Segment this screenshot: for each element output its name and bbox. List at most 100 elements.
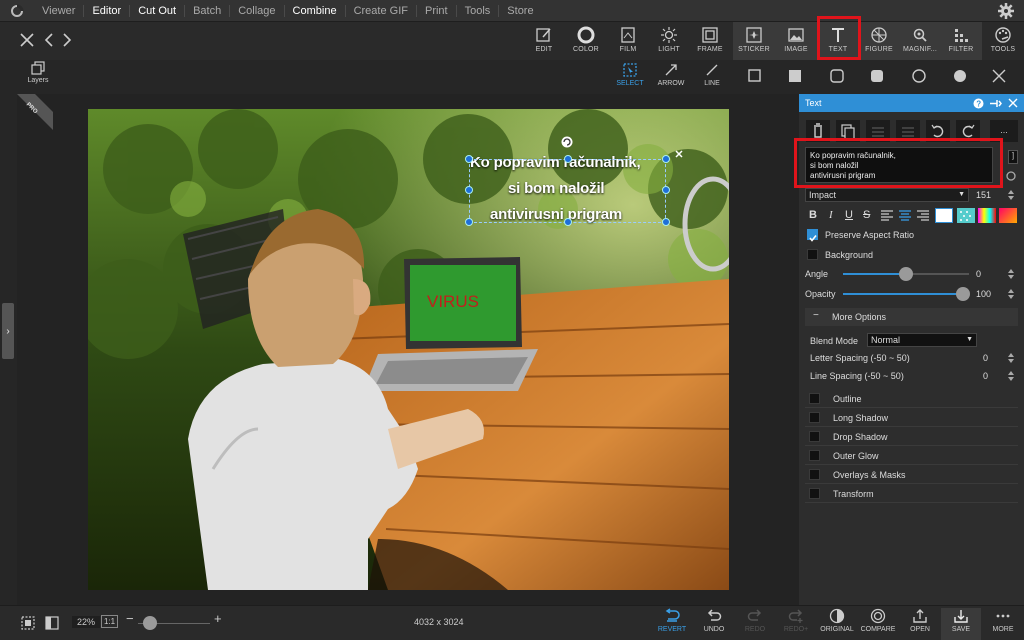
resize-handle[interactable] <box>564 218 572 226</box>
blend-mode-select[interactable]: Normal ▼ <box>867 333 977 347</box>
tool-figure[interactable]: FIGURE <box>858 22 900 60</box>
tool-edit[interactable]: EDIT <box>523 22 565 60</box>
drop-shadow-checkbox[interactable] <box>809 431 820 442</box>
split-view-icon[interactable] <box>44 615 60 631</box>
resize-handle[interactable] <box>662 218 670 226</box>
font-size-stepper[interactable] <box>1007 189 1015 201</box>
option-outline[interactable]: Outline <box>805 390 1018 408</box>
zoom-slider-knob[interactable] <box>143 616 157 630</box>
angle-stepper[interactable] <box>1007 268 1015 280</box>
tool-image[interactable]: IMAGE <box>775 22 817 60</box>
actual-size-button[interactable]: 1:1 <box>101 615 119 628</box>
option-drop-shadow[interactable]: Drop Shadow <box>805 428 1018 446</box>
font-select[interactable]: Impact ▼ <box>805 188 969 202</box>
tool-film[interactable]: FILM <box>607 22 649 60</box>
close-shapes-icon[interactable] <box>991 68 1007 84</box>
text-content-input[interactable] <box>805 147 993 183</box>
more-options-header[interactable]: − More Options <box>805 308 1018 326</box>
option-transform[interactable]: Transform <box>805 485 1018 503</box>
letter-spacing-value[interactable]: 0 <box>983 353 988 363</box>
gradient-fill-swatch[interactable] <box>978 208 996 223</box>
angle-slider-knob[interactable] <box>899 267 913 281</box>
settings-gear-icon[interactable] <box>998 3 1014 19</box>
fit-screen-icon[interactable] <box>20 615 36 631</box>
zoom-out-icon[interactable]: − <box>126 611 134 626</box>
resize-handle[interactable] <box>662 155 670 163</box>
rotate-handle-icon[interactable] <box>561 136 573 148</box>
resize-handle[interactable] <box>465 155 473 163</box>
send-backward-button[interactable] <box>896 120 920 142</box>
option-outer-glow[interactable]: Outer Glow <box>805 447 1018 465</box>
menu-editor[interactable]: Editor <box>83 4 129 17</box>
font-size-value[interactable]: 151 <box>976 188 1000 202</box>
duplicate-layer-button[interactable] <box>836 120 860 142</box>
align-right-icon[interactable] <box>917 210 929 221</box>
rounded-square-outline-icon[interactable] <box>829 68 845 84</box>
compare-button[interactable]: COMPARE <box>858 608 898 640</box>
background-checkbox[interactable] <box>807 249 818 260</box>
expand-text-button[interactable]: ] <box>1008 150 1018 164</box>
pin-icon[interactable] <box>989 98 1002 109</box>
strikethrough-icon[interactable]: S <box>863 209 870 221</box>
circle-outline-icon[interactable] <box>911 68 927 84</box>
forward-chevron-icon[interactable] <box>58 30 76 50</box>
tool-magnifier[interactable]: MAGNIF... <box>899 22 941 60</box>
subtool-arrow[interactable]: ARROW <box>653 62 689 92</box>
italic-icon[interactable]: I <box>829 209 833 221</box>
menu-print[interactable]: Print <box>415 4 456 17</box>
bold-icon[interactable]: B <box>809 209 817 221</box>
save-button[interactable]: SAVE <box>941 608 981 640</box>
bring-forward-button[interactable] <box>866 120 890 142</box>
close-icon[interactable] <box>18 30 36 50</box>
menu-store[interactable]: Store <box>498 4 541 17</box>
subtool-line[interactable]: LINE <box>694 62 730 92</box>
redo-button[interactable]: REDO <box>735 608 775 640</box>
delete-text-icon[interactable] <box>674 149 684 159</box>
delete-layer-button[interactable] <box>806 120 830 142</box>
redo-plus-button[interactable]: REDO+ <box>776 608 816 640</box>
app-logo-icon[interactable] <box>8 2 26 20</box>
open-button[interactable]: OPEN <box>900 608 940 640</box>
opacity-slider-knob[interactable] <box>956 287 970 301</box>
menu-create-gif[interactable]: Create GIF <box>344 4 416 17</box>
opacity-value[interactable]: 100 <box>976 289 991 299</box>
transform-checkbox[interactable] <box>809 488 820 499</box>
align-left-icon[interactable] <box>881 210 893 221</box>
more-actions-button[interactable]: ... <box>990 120 1018 142</box>
tool-light[interactable]: LIGHT <box>648 22 690 60</box>
revert-button[interactable]: REVERT <box>652 608 692 640</box>
menu-collage[interactable]: Collage <box>229 4 283 17</box>
menu-viewer[interactable]: Viewer <box>34 5 83 17</box>
text-selection-box[interactable] <box>469 159 666 223</box>
underline-icon[interactable]: U <box>845 209 853 221</box>
overlays-masks-checkbox[interactable] <box>809 469 820 480</box>
tool-text[interactable]: TEXT <box>817 22 859 60</box>
tool-filter[interactable]: FILTER <box>940 22 982 60</box>
menu-combine[interactable]: Combine <box>283 4 345 17</box>
tool-tools[interactable]: TOOLS <box>982 22 1024 60</box>
align-center-icon[interactable] <box>899 210 911 221</box>
rounded-square-filled-icon[interactable] <box>869 68 885 84</box>
opacity-stepper[interactable] <box>1007 288 1015 300</box>
outer-glow-checkbox[interactable] <box>809 450 820 461</box>
left-panel-expander[interactable]: › <box>2 303 14 359</box>
option-long-shadow[interactable]: Long Shadow <box>805 409 1018 427</box>
tool-frame[interactable]: FRAME <box>689 22 731 60</box>
menu-batch[interactable]: Batch <box>184 4 229 17</box>
resize-handle[interactable] <box>564 155 572 163</box>
help-icon[interactable]: ? <box>973 98 984 109</box>
photo-canvas[interactable]: VIRUS Ko popravim računalnik, si bom nal… <box>88 109 729 590</box>
text-settings-icon[interactable] <box>1005 170 1017 182</box>
opacity-slider-fill[interactable] <box>843 293 963 295</box>
preserve-aspect-checkbox[interactable] <box>807 229 818 242</box>
texture-fill-swatch[interactable] <box>999 208 1017 223</box>
layers-button[interactable]: Layers <box>22 60 54 92</box>
square-filled-icon[interactable] <box>787 68 803 84</box>
letter-spacing-stepper[interactable] <box>1007 352 1015 364</box>
back-chevron-icon[interactable] <box>40 30 58 50</box>
line-spacing-value[interactable]: 0 <box>983 371 988 381</box>
rotate-right-button[interactable] <box>956 120 980 142</box>
zoom-in-icon[interactable]: + <box>214 611 222 626</box>
menu-tools[interactable]: Tools <box>455 4 499 17</box>
resize-handle[interactable] <box>465 186 473 194</box>
